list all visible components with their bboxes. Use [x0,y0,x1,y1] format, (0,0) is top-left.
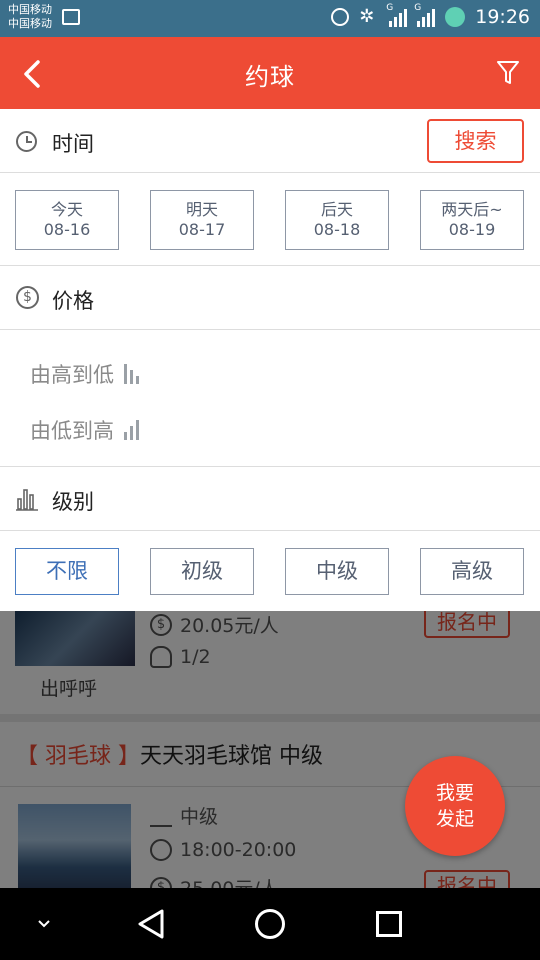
launch-button[interactable]: 我要 发起 [405,756,505,856]
price-label: 价格 [52,289,94,313]
date-value: 08-17 [178,220,226,239]
date-option-tomorrow[interactable]: 明天 08-17 [150,190,254,250]
clock-icon [16,131,37,152]
price-section-header: $ 价格 [0,266,540,330]
date-option-today[interactable]: 今天 08-16 [15,190,119,250]
status-icons: ✲ G G 19:26 [331,3,530,28]
date-option-later[interactable]: 两天后~ 08-19 [420,190,524,250]
status-bar: 中国移动 中国移动 ✲ G G 19:26 [0,0,540,37]
filter-panel: 时间 搜索 今天 08-16 明天 08-17 后天 08-18 两天后~ 08… [0,109,540,611]
date-value: 08-19 [448,220,496,239]
price-sort-options: 由高到低 由低到高 [0,331,540,467]
date-value: 08-18 [313,220,361,239]
sort-descending-icon [124,364,139,384]
clock-time: 19:26 [475,6,530,28]
sort-low-to-high-label: 由低到高 [30,419,114,443]
recents-nav-icon[interactable] [376,911,402,937]
app-header: 约球 [0,37,540,109]
chevron-down-icon[interactable] [34,914,54,934]
date-day: 明天 [185,200,218,219]
filter-icon[interactable] [496,59,520,87]
sort-high-to-low-label: 由高到低 [30,363,114,387]
signal-icon-1: G [386,3,408,27]
signal-icon-2: G [414,3,436,27]
signal-label-2: G [414,3,422,13]
activity-list: $ 20.05元/人 1/2 报名中 出呼呼 【 羽毛球 】天天羽毛球馆 中级 … [0,610,540,888]
signal-label-1: G [386,3,394,13]
level-label: 级别 [52,490,94,514]
launch-label-1: 我要 [435,782,474,804]
date-day: 今天 [50,200,83,219]
time-section-header: 时间 搜索 [0,109,540,173]
time-label: 时间 [52,132,94,156]
level-option-any[interactable]: 不限 [15,548,119,595]
level-option-intermediate[interactable]: 中级 [285,548,389,595]
alarm-icon [331,8,350,26]
sort-high-to-low[interactable]: 由高到低 [30,359,139,389]
search-button[interactable]: 搜索 [427,119,524,163]
system-nav-bar [0,888,540,960]
home-nav-icon[interactable] [255,909,285,939]
date-value: 08-16 [43,220,91,239]
sparkle-icon: ✲ [359,6,375,27]
launch-label-2: 发起 [435,808,474,830]
battery-icon [445,7,466,27]
bar-chart-icon [16,489,38,511]
level-option-beginner[interactable]: 初级 [150,548,254,595]
sort-ascending-icon [124,420,139,440]
date-day: 后天 [320,200,353,219]
back-nav-icon[interactable] [136,908,166,940]
level-options: 不限 初级 中级 高级 [0,532,540,611]
carrier-info: 中国移动 中国移动 [8,3,52,31]
gallery-icon [62,9,80,25]
date-options: 今天 08-16 明天 08-17 后天 08-18 两天后~ 08-19 [0,174,540,266]
carrier-1: 中国移动 [8,3,52,16]
date-day: 两天后~ [441,200,503,219]
date-option-day-after[interactable]: 后天 08-18 [285,190,389,250]
dollar-icon: $ [16,286,39,309]
carrier-2: 中国移动 [8,17,52,30]
level-section-header: 级别 [0,467,540,531]
level-option-advanced[interactable]: 高级 [420,548,524,595]
sort-low-to-high[interactable]: 由低到高 [30,415,139,445]
page-title: 约球 [245,63,295,91]
